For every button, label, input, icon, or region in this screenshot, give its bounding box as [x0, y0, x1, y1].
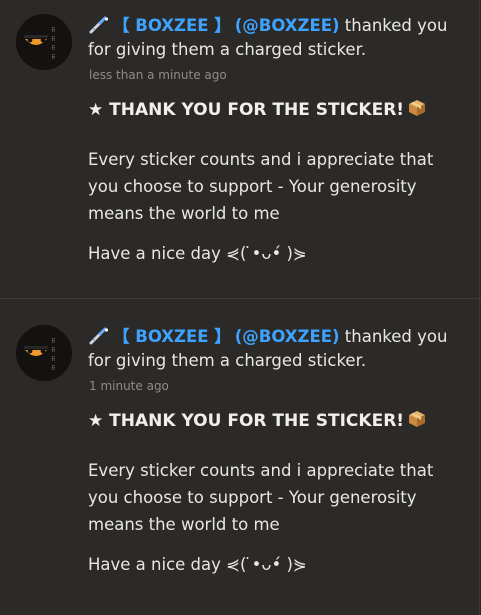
notification-feed: ⠿ ⠿ ⠿ ⠿ 【 BOXZEE 】 (@BOXZEE) thanked you … [0, 0, 481, 615]
avatar[interactable]: ⠿ ⠿ ⠿ ⠿ [16, 325, 72, 381]
divider [0, 298, 481, 299]
svg-text:⠿: ⠿ [51, 338, 55, 345]
user-name-link[interactable]: 【 BOXZEE 】 [113, 16, 231, 35]
timestamp: 1 minute ago [89, 379, 169, 393]
user-handle-link[interactable]: (@BOXZEE) [235, 16, 340, 35]
message-title-text: ★ THANK YOU FOR THE STICKER! [88, 411, 405, 431]
svg-text:⠿: ⠿ [51, 356, 55, 363]
message-title: ★ THANK YOU FOR THE STICKER! [88, 99, 426, 120]
message-body: Every sticker counts and i appreciate th… [88, 150, 434, 223]
user-handle-link[interactable]: (@BOXZEE) [235, 327, 340, 346]
user-name-link[interactable]: 【 BOXZEE 】 [113, 327, 231, 346]
avatar[interactable]: ⠿ ⠿ ⠿ ⠿ [16, 14, 72, 70]
package-box-icon [408, 99, 426, 117]
message-signoff: Have a nice day ⋞( ̇•ᴗ•́ )⋟ [88, 555, 307, 574]
message-title-text: ★ THANK YOU FOR THE STICKER! [88, 100, 405, 120]
notification-header: 【 BOXZEE 】 (@BOXZEE) thanked you for givi… [88, 325, 472, 373]
message-signoff: Have a nice day ⋞( ̇•ᴗ•́ )⋟ [88, 244, 307, 263]
svg-text:⠿: ⠿ [51, 347, 55, 354]
svg-text:⠿: ⠿ [51, 365, 55, 372]
package-box-icon [408, 410, 426, 428]
notification-item[interactable]: ⠿ ⠿ ⠿ ⠿ 【 BOXZEE 】 (@BOXZEE) thanked you … [0, 311, 480, 615]
message-title: ★ THANK YOU FOR THE STICKER! [88, 410, 426, 431]
svg-text:⠿: ⠿ [51, 45, 55, 52]
svg-text:⠿: ⠿ [51, 36, 55, 43]
svg-text:⠿: ⠿ [51, 27, 55, 34]
notification-item[interactable]: ⠿ ⠿ ⠿ ⠿ 【 BOXZEE 】 (@BOXZEE) thanked you … [0, 0, 480, 310]
wand-icon [88, 327, 110, 345]
wand-icon [88, 16, 110, 34]
message-body: Every sticker counts and i appreciate th… [88, 461, 434, 534]
notification-header: 【 BOXZEE 】 (@BOXZEE) thanked you for givi… [88, 14, 472, 62]
timestamp: less than a minute ago [89, 68, 227, 82]
svg-text:⠿: ⠿ [51, 54, 55, 61]
